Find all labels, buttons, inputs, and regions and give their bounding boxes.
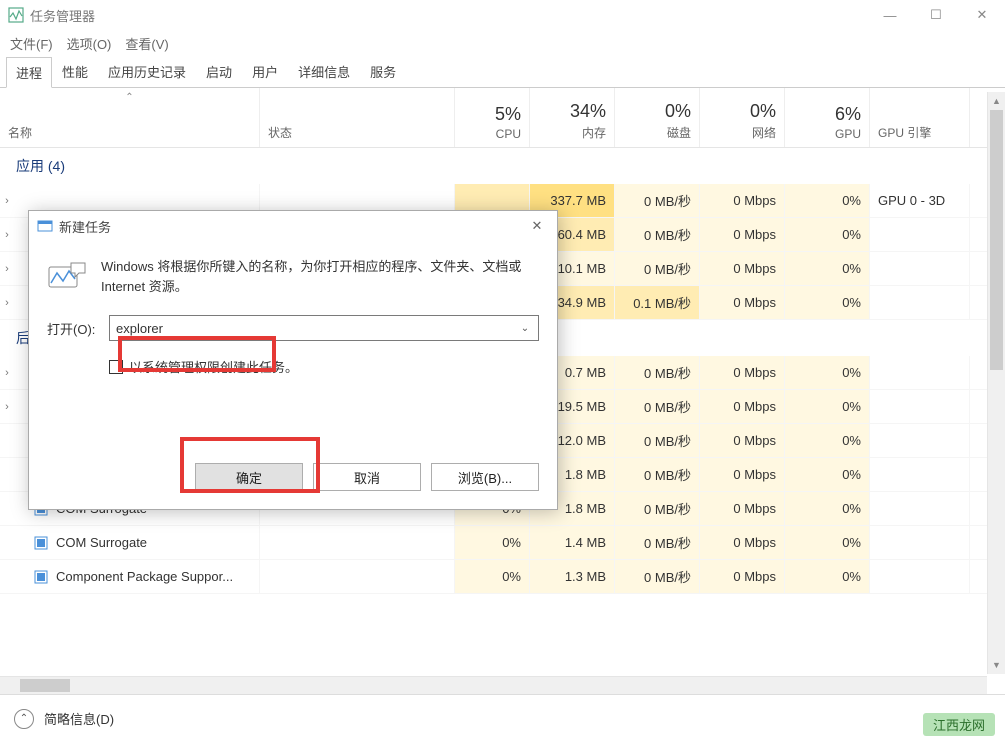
expand-icon[interactable]: › xyxy=(0,297,20,309)
col-status[interactable]: 状态 xyxy=(260,88,455,147)
menu-bar: 文件(F) 选项(O) 查看(V) xyxy=(0,30,1005,56)
fewer-details-label[interactable]: 简略信息(D) xyxy=(44,709,114,728)
expand-icon[interactable]: › xyxy=(0,195,20,207)
admin-checkbox[interactable] xyxy=(109,360,123,374)
col-gpu-engine[interactable]: GPU 引擎 xyxy=(870,88,970,147)
expand-icon[interactable]: › xyxy=(0,367,20,379)
tab-performance[interactable]: 性能 xyxy=(52,56,98,87)
col-cpu[interactable]: 5%CPU xyxy=(455,88,530,147)
run-illustration-icon xyxy=(47,259,87,293)
title-bar: 任务管理器 — ☐ ✕ xyxy=(0,0,1005,30)
dialog-description: Windows 将根据你所键入的名称，为你打开相应的程序、文件夹、文档或 Int… xyxy=(101,257,539,297)
browse-button[interactable]: 浏览(B)... xyxy=(431,463,539,491)
horizontal-scrollbar[interactable] xyxy=(0,676,987,694)
expand-icon[interactable]: › xyxy=(0,401,20,413)
tab-users[interactable]: 用户 xyxy=(242,56,288,87)
menu-view[interactable]: 查看(V) xyxy=(125,34,168,53)
menu-options[interactable]: 选项(O) xyxy=(67,34,112,53)
admin-label: 以系统管理权限创建此任务。 xyxy=(129,357,298,376)
sort-indicator-icon: ⌃ xyxy=(125,92,133,103)
open-label: 打开(O): xyxy=(47,319,101,338)
col-gpu[interactable]: 6%GPU xyxy=(785,88,870,147)
open-combobox[interactable]: explorer ⌄ xyxy=(109,315,539,341)
process-name: COM Surrogate xyxy=(56,535,147,550)
expand-icon[interactable]: › xyxy=(0,229,20,241)
col-disk[interactable]: 0%磁盘 xyxy=(615,88,700,147)
expand-icon[interactable]: › xyxy=(0,263,20,275)
scroll-down-icon[interactable]: ▼ xyxy=(988,656,1005,674)
scroll-thumb[interactable] xyxy=(20,679,70,692)
col-memory[interactable]: 34%内存 xyxy=(530,88,615,147)
tab-app-history[interactable]: 应用历史记录 xyxy=(98,56,196,87)
scroll-up-icon[interactable]: ▲ xyxy=(988,92,1005,110)
close-button[interactable]: ✕ xyxy=(959,0,1005,30)
table-row[interactable]: Component Package Suppor... 0% 1.3 MB 0 … xyxy=(0,560,1005,594)
task-manager-icon xyxy=(8,7,24,23)
table-header: ⌃ 名称 状态 5%CPU 34%内存 0%磁盘 0%网络 6%GPU GPU … xyxy=(0,88,1005,148)
tab-strip: 进程 性能 应用历史记录 启动 用户 详细信息 服务 xyxy=(0,56,1005,88)
tab-services[interactable]: 服务 xyxy=(360,56,406,87)
table-row[interactable]: COM Surrogate 0% 1.4 MB 0 MB/秒 0 Mbps 0% xyxy=(0,526,1005,560)
open-value: explorer xyxy=(116,321,163,336)
col-network[interactable]: 0%网络 xyxy=(700,88,785,147)
cancel-button[interactable]: 取消 xyxy=(313,463,421,491)
group-apps: 应用 (4) xyxy=(0,148,1005,184)
dialog-titlebar: 新建任务 ✕ xyxy=(29,211,557,241)
chevron-down-icon[interactable]: ⌄ xyxy=(516,319,534,337)
tab-details[interactable]: 详细信息 xyxy=(288,56,360,87)
menu-file[interactable]: 文件(F) xyxy=(10,34,53,53)
dialog-title: 新建任务 xyxy=(59,217,111,236)
process-name: Component Package Suppor... xyxy=(56,569,233,584)
run-dialog: 新建任务 ✕ Windows 将根据你所键入的名称，为你打开相应的程序、文件夹、… xyxy=(28,210,558,510)
tab-startup[interactable]: 启动 xyxy=(196,56,242,87)
service-icon xyxy=(34,570,48,584)
run-dialog-icon xyxy=(37,218,53,234)
tab-processes[interactable]: 进程 xyxy=(6,57,52,88)
vertical-scrollbar[interactable]: ▲ ▼ xyxy=(987,92,1005,674)
ok-button[interactable]: 确定 xyxy=(195,463,303,491)
watermark: 江西龙网 xyxy=(923,713,995,736)
service-icon xyxy=(34,536,48,550)
footer: ⌃ 简略信息(D) xyxy=(0,694,1005,742)
window-title: 任务管理器 xyxy=(30,6,867,25)
scroll-thumb[interactable] xyxy=(990,110,1003,370)
dialog-close-button[interactable]: ✕ xyxy=(517,211,557,241)
minimize-button[interactable]: — xyxy=(867,0,913,30)
col-name[interactable]: ⌃ 名称 xyxy=(0,88,260,147)
maximize-button[interactable]: ☐ xyxy=(913,0,959,30)
fewer-details-icon[interactable]: ⌃ xyxy=(14,709,34,729)
